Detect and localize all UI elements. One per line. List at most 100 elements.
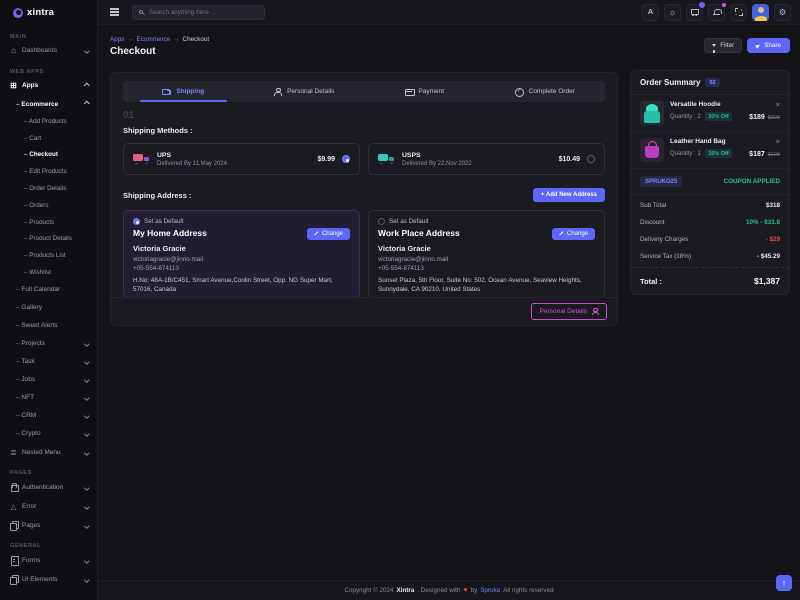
sidebar-item-label: Checkout: [24, 151, 58, 158]
tab-label: Payment: [418, 88, 444, 95]
checkout-tab[interactable]: Personal Details: [244, 81, 365, 102]
global-search[interactable]: [132, 5, 265, 20]
sidebar-item[interactable]: Sweet Alerts: [0, 317, 97, 335]
page-title: Checkout: [110, 46, 156, 57]
search-input[interactable]: [147, 8, 247, 17]
breadcrumb-item[interactable]: Checkout: [183, 36, 210, 43]
next-step-button[interactable]: Personal Details: [531, 303, 607, 320]
sidebar-item-label: WEB APPS: [10, 69, 44, 75]
set-default-label: Set as Default: [144, 218, 184, 225]
sidebar-item[interactable]: Error: [0, 497, 97, 516]
shipping-price: $10.49: [559, 156, 580, 163]
shipping-method-radio[interactable]: [587, 155, 595, 163]
default-address-radio[interactable]: [133, 218, 140, 225]
sidebar-item[interactable]: NFT: [0, 389, 97, 407]
carrier-truck-icon: [378, 153, 395, 165]
shipping-method-option[interactable]: USPS Delivered By 22,Nov 2022 $10.49: [368, 143, 605, 175]
sidebar-item[interactable]: Orders: [0, 197, 97, 214]
chevron-icon: [84, 83, 89, 88]
change-address-button[interactable]: Change: [552, 228, 595, 240]
sidebar-item-label: Ecommerce: [16, 101, 58, 108]
sidebar-item[interactable]: Projects: [0, 335, 97, 353]
chevron-icon: [84, 413, 89, 418]
close-icon[interactable]: ×: [776, 101, 780, 109]
filter-button[interactable]: Filter: [704, 38, 742, 53]
sidebar-item-icon: [9, 502, 18, 511]
address-card[interactable]: Set as Default Work Place Address Change…: [368, 210, 605, 298]
spruko-link[interactable]: Spruko: [480, 587, 500, 594]
sidebar-item[interactable]: Apps: [0, 76, 97, 95]
sidebar-item[interactable]: Add Products: [0, 113, 97, 130]
menu-toggle-icon[interactable]: [110, 11, 119, 12]
sidebar-item-label: Apps: [22, 82, 38, 89]
address-text: H.No: 48A-1B/C451, Smart Avenue,Coolin S…: [133, 276, 350, 295]
chevron-icon: [84, 431, 89, 436]
sidebar-item[interactable]: Forms: [0, 551, 97, 570]
sidebar-item[interactable]: Product Details: [0, 231, 97, 248]
items-count-badge: 02: [705, 78, 719, 87]
sidebar-item[interactable]: Ecommerce: [0, 95, 97, 113]
close-icon[interactable]: ×: [776, 138, 780, 146]
recipient-name: Victoria Gracie: [378, 244, 595, 253]
coupon-code-badge: SPRUKO25: [640, 176, 682, 187]
fullscreen-icon[interactable]: [730, 4, 747, 21]
sidebar-item[interactable]: Order Details: [0, 180, 97, 197]
sidebar-item[interactable]: Wishlist: [0, 264, 97, 281]
sidebar-item[interactable]: Dashboards: [0, 41, 97, 60]
product-quantity: Quantity : 2: [670, 114, 701, 120]
notifications-icon[interactable]: [708, 4, 725, 21]
sidebar-item-label: Crypto: [16, 430, 41, 437]
settings-gear-icon[interactable]: ⚙: [774, 4, 791, 21]
sidebar-item: GENERAL: [0, 535, 97, 551]
sidebar-item[interactable]: Edit Products: [0, 163, 97, 180]
sidebar-item[interactable]: Full Calendar: [0, 281, 97, 299]
checkout-tab[interactable]: Complete Order: [485, 81, 606, 102]
shipping-method-option[interactable]: UPS Delivered By 11,May 2024 $9.99: [123, 143, 360, 175]
share-button[interactable]: Share: [747, 38, 790, 53]
carrier-truck-icon: [133, 153, 150, 165]
sidebar-item-label: Product Details: [24, 235, 72, 242]
scroll-to-top-button[interactable]: ↑: [776, 575, 792, 591]
breadcrumb-item[interactable]: Ecommerce: [137, 36, 180, 43]
summary-row: Service Tax (18%) - $45.29: [631, 248, 789, 265]
add-new-address-button[interactable]: + Add New Address: [533, 188, 605, 202]
summary-label: Discount: [640, 219, 665, 226]
shipping-method-radio[interactable]: [342, 155, 350, 163]
sidebar-item[interactable]: Pages: [0, 516, 97, 535]
recipient-phone: +05-554-874113: [133, 265, 350, 272]
sidebar-item[interactable]: Nested Menu: [0, 443, 97, 462]
sidebar-item[interactable]: CRM: [0, 407, 97, 425]
user-avatar[interactable]: [752, 4, 769, 21]
sidebar-item[interactable]: Products: [0, 214, 97, 231]
summary-row: Discount 10% - $31.8: [631, 214, 789, 231]
sidebar-item-label: Sweet Alerts: [16, 322, 58, 329]
chevron-icon: [84, 359, 89, 364]
change-address-button[interactable]: Change: [307, 228, 350, 240]
coupon-status: COUPON APPLIED: [724, 178, 780, 185]
sidebar-item-label: Products List: [24, 252, 66, 259]
sidebar-item[interactable]: Cart: [0, 130, 97, 147]
language-icon[interactable]: A: [642, 4, 659, 21]
address-card[interactable]: Set as Default My Home Address Change Vi…: [123, 210, 360, 298]
checkout-tab[interactable]: Payment: [364, 81, 485, 102]
sidebar-item[interactable]: Task: [0, 353, 97, 371]
sidebar-item[interactable]: Checkout: [0, 147, 97, 164]
order-summary-card: Order Summary 02 Versatile Hoodie Quanti…: [630, 70, 790, 295]
tab-label: Complete Order: [529, 88, 575, 95]
sidebar-item[interactable]: Jobs: [0, 371, 97, 389]
discount-badge: 30% Off: [705, 112, 732, 121]
default-address-radio[interactable]: [378, 218, 385, 225]
theme-toggle-icon[interactable]: ☼: [664, 4, 681, 21]
checkout-tab[interactable]: Shipping: [123, 81, 244, 102]
sidebar-item-label: PAGES: [10, 470, 32, 476]
carrier-name: USPS: [402, 152, 472, 159]
sidebar-item[interactable]: Products List: [0, 247, 97, 264]
sidebar-item-label: MAIN: [10, 34, 26, 40]
sidebar-item[interactable]: Crypto: [0, 425, 97, 443]
sidebar-item[interactable]: UI Elements: [0, 570, 97, 589]
cart-icon[interactable]: [686, 4, 703, 21]
app-logo[interactable]: xintra: [0, 0, 97, 25]
sidebar-item[interactable]: Authentication: [0, 478, 97, 497]
breadcrumb-item[interactable]: Apps: [110, 36, 134, 43]
sidebar-item[interactable]: Gallery: [0, 299, 97, 317]
